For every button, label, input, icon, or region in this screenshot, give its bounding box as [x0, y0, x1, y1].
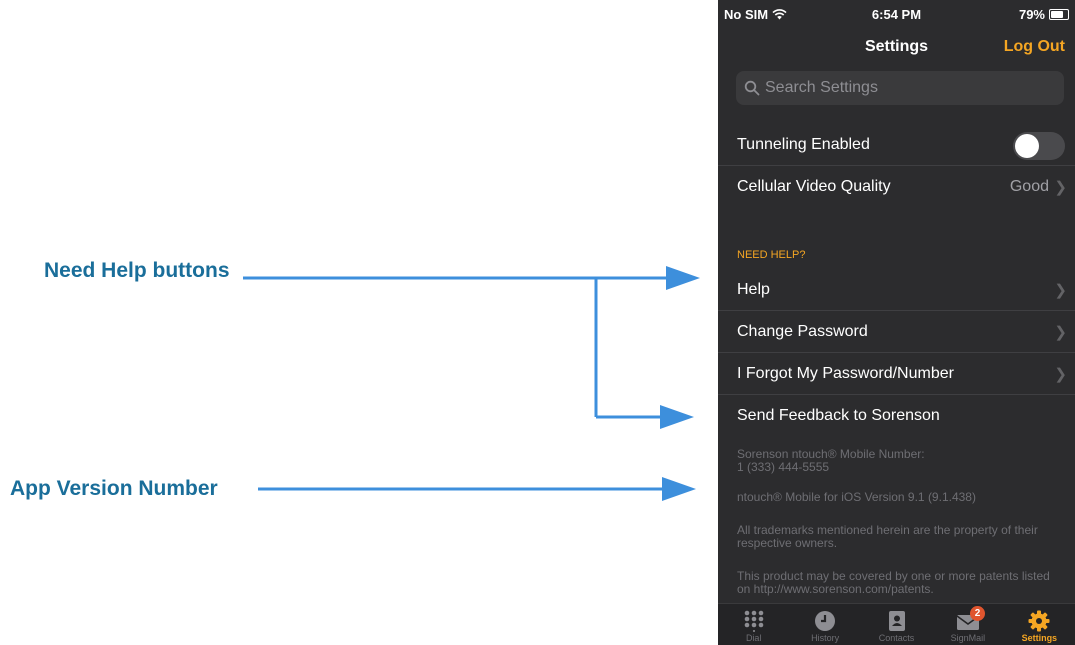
tunneling-enabled-row: Tunneling Enabled: [718, 124, 1075, 166]
send-feedback-label: Send Feedback to Sorenson: [737, 407, 940, 424]
need-help-group: Help ❯ Change Password ❯ I Forgot My Pas…: [718, 269, 1075, 437]
tab-signmail-label: SignMail: [950, 633, 986, 643]
forgot-password-label: I Forgot My Password/Number: [737, 364, 954, 382]
chevron-right-icon: ❯: [1054, 323, 1067, 341]
tab-history-label: History: [811, 633, 840, 643]
help-row[interactable]: Help ❯: [718, 269, 1075, 311]
change-password-row[interactable]: Change Password ❯: [718, 311, 1075, 353]
trademarks-notice: All trademarks mentioned herein are the …: [737, 523, 1038, 550]
search-input[interactable]: Search Settings: [736, 71, 1064, 105]
callout-arrows: [243, 266, 700, 501]
log-out-button[interactable]: Log Out: [1004, 38, 1065, 56]
tab-bar: Dial History Contacts 2 SignMail Setting…: [718, 603, 1075, 645]
need-help-section-header: NEED HELP?: [737, 249, 806, 261]
tab-dial-label: Dial: [745, 633, 762, 643]
tab-signmail[interactable]: 2 SignMail: [932, 604, 1003, 645]
tab-history[interactable]: History: [789, 604, 860, 645]
navigation-bar: Settings Log Out: [718, 30, 1075, 64]
network-settings-group: Tunneling Enabled Cellular Video Quality…: [718, 124, 1075, 208]
cellular-video-quality-value: Good: [1009, 178, 1049, 195]
tab-contacts-label: Contacts: [878, 633, 915, 643]
tunneling-enabled-label: Tunneling Enabled: [737, 135, 870, 153]
tunneling-enabled-toggle[interactable]: [1013, 132, 1065, 160]
send-feedback-row[interactable]: Send Feedback to Sorenson: [718, 395, 1075, 437]
dial-pad-icon: [744, 610, 764, 632]
contacts-book-icon: [888, 611, 905, 631]
app-version-arrowhead: [662, 477, 696, 501]
clock-icon: [815, 611, 836, 631]
battery-icon: [1049, 9, 1069, 20]
phone-screen: No SIM 6:54 PM 79% Settings Log Out Sear…: [718, 0, 1075, 645]
cellular-video-quality-row[interactable]: Cellular Video Quality Good ❯: [718, 166, 1075, 208]
battery-fill: [1051, 11, 1064, 18]
search-placeholder: Search Settings: [765, 79, 878, 96]
chevron-right-icon: ❯: [1054, 179, 1067, 196]
help-label: Help: [737, 280, 770, 298]
app-version-number: ntouch® Mobile for iOS Version 9.1 (9.1.…: [737, 490, 976, 504]
tab-settings-label: Settings: [1021, 633, 1058, 643]
battery-percent: 79%: [1018, 7, 1045, 22]
mobile-number-value: 1 (333) 444-5555: [737, 460, 830, 474]
patents-notice: This product may be covered by one or mo…: [737, 569, 1050, 596]
chevron-right-icon: ❯: [1054, 281, 1067, 299]
tab-contacts[interactable]: Contacts: [861, 604, 932, 645]
mobile-number-info: Sorenson ntouch® Mobile Number: 1 (333) …: [737, 448, 1057, 474]
tab-dial[interactable]: Dial: [718, 604, 789, 645]
tab-settings[interactable]: Settings: [1004, 604, 1075, 645]
gear-icon: [1028, 610, 1050, 632]
toggle-knob: [1015, 134, 1039, 158]
cellular-video-quality-label: Cellular Video Quality: [737, 178, 891, 195]
need-help-arrowhead: [666, 266, 700, 290]
status-bar: No SIM 6:54 PM 79%: [718, 0, 1075, 28]
send-feedback-arrowhead: [660, 405, 694, 429]
search-icon: [744, 80, 760, 96]
forgot-password-row[interactable]: I Forgot My Password/Number ❯: [718, 353, 1075, 395]
signmail-badge: 2: [970, 606, 986, 621]
chevron-right-icon: ❯: [1054, 365, 1067, 383]
change-password-label: Change Password: [737, 322, 868, 340]
